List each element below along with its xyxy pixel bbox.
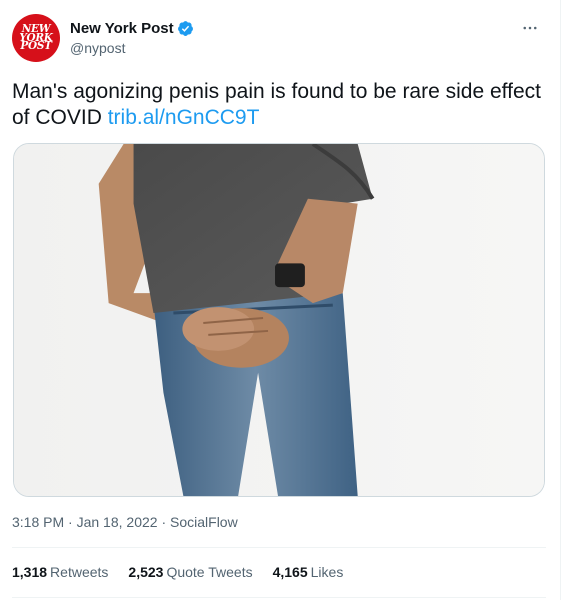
more-options-button[interactable] xyxy=(518,18,542,38)
photo-illustration xyxy=(14,144,544,496)
tweet-source[interactable]: SocialFlow xyxy=(170,514,238,530)
tweet-card: NEW YORK POST New York Post @nypost Man'… xyxy=(0,0,561,600)
tweet-stats: 1,318 Retweets 2,523 Quote Tweets 4,165 Lik… xyxy=(12,564,343,580)
likes-label: Likes xyxy=(310,564,344,580)
likes-stat[interactable]: 4,165 Likes xyxy=(273,564,344,580)
tweet-time[interactable]: 3:18 PM xyxy=(12,514,64,530)
tweet-text: Man's agonizing penis pain is found to b… xyxy=(12,79,542,131)
divider xyxy=(12,597,546,598)
more-horizontal-icon xyxy=(523,26,537,30)
divider xyxy=(12,547,546,548)
meta-separator: · xyxy=(64,514,77,530)
meta-separator: · xyxy=(157,514,171,530)
display-name[interactable]: New York Post xyxy=(70,20,174,37)
quote-tweets-stat[interactable]: 2,523 Quote Tweets xyxy=(128,564,252,580)
name-row: New York Post xyxy=(70,20,194,37)
verified-badge-icon xyxy=(177,21,193,36)
tweet-link[interactable]: trib.al/nGnCC9T xyxy=(108,106,260,129)
retweets-stat[interactable]: 1,318 Retweets xyxy=(12,564,108,580)
quote-tweets-count: 2,523 xyxy=(128,564,164,580)
avatar[interactable]: NEW YORK POST xyxy=(12,14,60,62)
account-names: New York Post @nypost xyxy=(70,20,194,56)
tweet-media-image[interactable] xyxy=(13,143,545,497)
retweets-count: 1,318 xyxy=(12,564,48,580)
quote-tweets-label: Quote Tweets xyxy=(166,564,253,580)
avatar-text-line-3: POST xyxy=(20,39,52,53)
retweets-label: Retweets xyxy=(50,564,109,580)
tweet-meta: 3:18 PM · Jan 18, 2022 · SocialFlow xyxy=(12,514,238,530)
tweet-header: NEW YORK POST New York Post @nypost xyxy=(12,14,194,62)
tweet-text-body: Man's agonizing penis pain is found to b… xyxy=(12,80,541,129)
likes-count: 4,165 xyxy=(272,564,308,580)
tweet-date[interactable]: Jan 18, 2022 xyxy=(77,514,158,530)
handle[interactable]: @nypost xyxy=(70,40,194,56)
